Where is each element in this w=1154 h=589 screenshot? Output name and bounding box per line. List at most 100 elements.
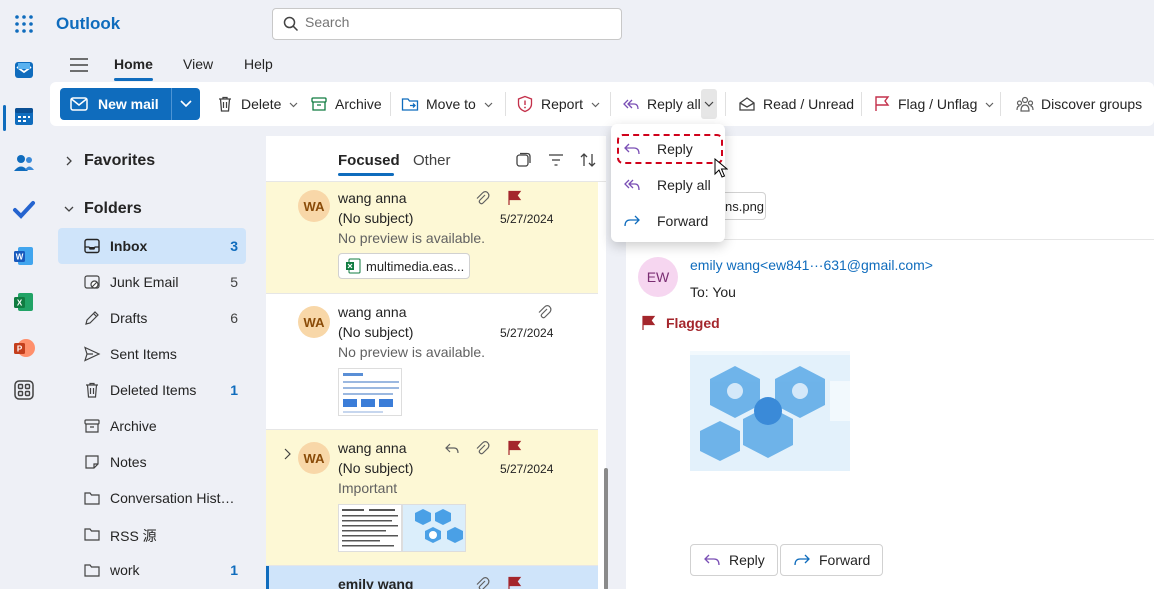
groups-icon xyxy=(1016,96,1034,112)
flag-icon[interactable] xyxy=(506,440,522,456)
embedded-image[interactable] xyxy=(690,351,850,471)
todo-app-icon[interactable] xyxy=(12,197,36,221)
attachment-chip[interactable]: multimedia.eas... xyxy=(338,253,470,279)
move-to-label: Move to xyxy=(426,96,476,112)
select-mode-icon[interactable] xyxy=(514,151,532,169)
chevron-right-icon[interactable] xyxy=(282,448,292,460)
search-box[interactable] xyxy=(272,8,622,40)
tab-help[interactable]: Help xyxy=(244,56,273,72)
excel-app-icon[interactable]: X xyxy=(12,290,36,314)
menu-item-reply[interactable]: Reply xyxy=(611,132,725,166)
app-title[interactable]: Outlook xyxy=(56,14,120,34)
folders-header[interactable]: Folders xyxy=(64,200,142,218)
chevron-down-icon xyxy=(64,206,74,212)
archive-icon xyxy=(311,97,327,111)
hamburger-menu-icon[interactable] xyxy=(70,57,88,73)
message-item-selected[interactable]: emily wang xyxy=(266,566,598,589)
favorites-header[interactable]: Favorites xyxy=(64,152,155,170)
excel-file-icon xyxy=(346,258,361,274)
document-thumbnail-image xyxy=(343,373,399,413)
chevron-down-icon xyxy=(985,102,994,107)
unread-count: 1 xyxy=(230,562,238,578)
more-apps-icon[interactable] xyxy=(12,378,36,402)
reply-all-label: Reply all xyxy=(647,96,701,112)
item-count: 5 xyxy=(230,274,238,290)
menu-item-forward[interactable]: Forward xyxy=(611,204,725,238)
folder-name: RSS 源 xyxy=(110,528,157,544)
flag-icon xyxy=(642,315,656,330)
calendar-app-icon[interactable] xyxy=(12,104,36,128)
folder-archive[interactable]: Archive xyxy=(58,408,246,444)
envelope-open-icon xyxy=(739,97,755,111)
message-item[interactable]: WA wang anna (No subject) 5/27/2024 No p… xyxy=(266,294,598,430)
word-app-icon[interactable]: W xyxy=(12,244,36,268)
pencil-icon xyxy=(85,311,99,325)
folder-pane: Favorites Folders Inbox 3 Junk Email 5 D… xyxy=(50,136,264,589)
avatar: WA xyxy=(298,306,330,338)
folder-name: Inbox xyxy=(110,238,148,254)
new-mail-button[interactable]: New mail xyxy=(60,88,200,120)
message-list-pane: Focused Other WA wang anna (No subject) … xyxy=(266,136,606,589)
sort-icon[interactable] xyxy=(579,151,597,169)
folder-conversation-history[interactable]: Conversation History xyxy=(58,480,246,516)
folder-inbox[interactable]: Inbox 3 xyxy=(58,228,246,264)
reply-button-label: Reply xyxy=(729,552,765,568)
app-launcher-icon[interactable] xyxy=(14,14,34,34)
message-list-scrollbar[interactable] xyxy=(604,188,608,589)
message-item[interactable]: WA wang anna (No subject) 5/27/2024 Impo… xyxy=(266,430,598,566)
image-thumbnail[interactable] xyxy=(338,504,402,552)
image-thumbnail[interactable] xyxy=(402,504,466,552)
folder-junk-email[interactable]: Junk Email 5 xyxy=(58,264,246,300)
menu-item-reply-all[interactable]: Reply all xyxy=(611,168,725,202)
folder-deleted-items[interactable]: Deleted Items 1 xyxy=(58,372,246,408)
flag-icon xyxy=(875,96,890,111)
tab-view[interactable]: View xyxy=(183,56,213,72)
people-app-icon[interactable] xyxy=(12,151,36,175)
search-input[interactable] xyxy=(305,14,605,30)
forward-button[interactable]: Forward xyxy=(780,544,884,576)
scrollbar-thumb[interactable] xyxy=(604,468,608,589)
tab-focused[interactable]: Focused xyxy=(338,152,400,169)
ribbon-separator xyxy=(725,92,726,116)
folder-work[interactable]: work 1 xyxy=(58,552,246,588)
tab-other[interactable]: Other xyxy=(413,152,451,169)
flag-icon[interactable] xyxy=(506,190,522,206)
reply-icon xyxy=(445,443,459,454)
forward-icon xyxy=(624,215,640,227)
read-unread-button[interactable]: Read / Unread xyxy=(738,92,854,116)
message-item[interactable]: WA wang anna (No subject) 5/27/2024 No p… xyxy=(266,182,598,294)
powerpoint-app-icon[interactable]: P xyxy=(12,336,36,360)
chevron-down-icon xyxy=(290,102,298,107)
chevron-down-icon xyxy=(484,102,493,107)
folder-notes[interactable]: Notes xyxy=(58,444,246,480)
reply-all-button[interactable]: Reply all xyxy=(622,92,701,116)
delete-button[interactable]: Delete xyxy=(216,92,298,116)
archive-button[interactable]: Archive xyxy=(310,92,382,116)
reply-button[interactable]: Reply xyxy=(690,544,778,576)
sender-address[interactable]: emily wang<ew841···631@gmail.com> xyxy=(690,257,933,273)
chevron-down-icon[interactable] xyxy=(180,99,192,109)
message-preview: No preview is available. xyxy=(338,230,486,246)
tab-home[interactable]: Home xyxy=(114,56,153,72)
report-button[interactable]: Report xyxy=(516,92,600,116)
folder-sent-items[interactable]: Sent Items xyxy=(58,336,246,372)
image-thumbnail[interactable] xyxy=(338,368,402,416)
mail-app-icon[interactable] xyxy=(12,58,36,82)
reply-all-dropdown-button[interactable] xyxy=(701,89,717,119)
flag-unflag-button[interactable]: Flag / Unflag xyxy=(873,92,994,116)
discover-groups-button[interactable]: Discover groups xyxy=(1016,92,1142,116)
message-preview: Important xyxy=(338,480,398,496)
folder-name: Junk Email xyxy=(110,274,179,290)
message-sender: emily wang xyxy=(338,576,414,589)
sender-avatar: EW xyxy=(638,257,678,297)
unread-count: 1 xyxy=(230,382,238,398)
move-to-button[interactable]: Move to xyxy=(401,92,493,116)
junk-icon xyxy=(84,275,100,289)
ribbon-separator xyxy=(505,92,506,116)
folder-drafts[interactable]: Drafts 6 xyxy=(58,300,246,336)
chevron-down-icon xyxy=(591,102,600,107)
folder-name: Deleted Items xyxy=(110,382,197,398)
flag-icon[interactable] xyxy=(506,576,522,589)
folder-rss[interactable]: RSS 源 xyxy=(58,516,246,552)
filter-icon[interactable] xyxy=(547,151,565,169)
